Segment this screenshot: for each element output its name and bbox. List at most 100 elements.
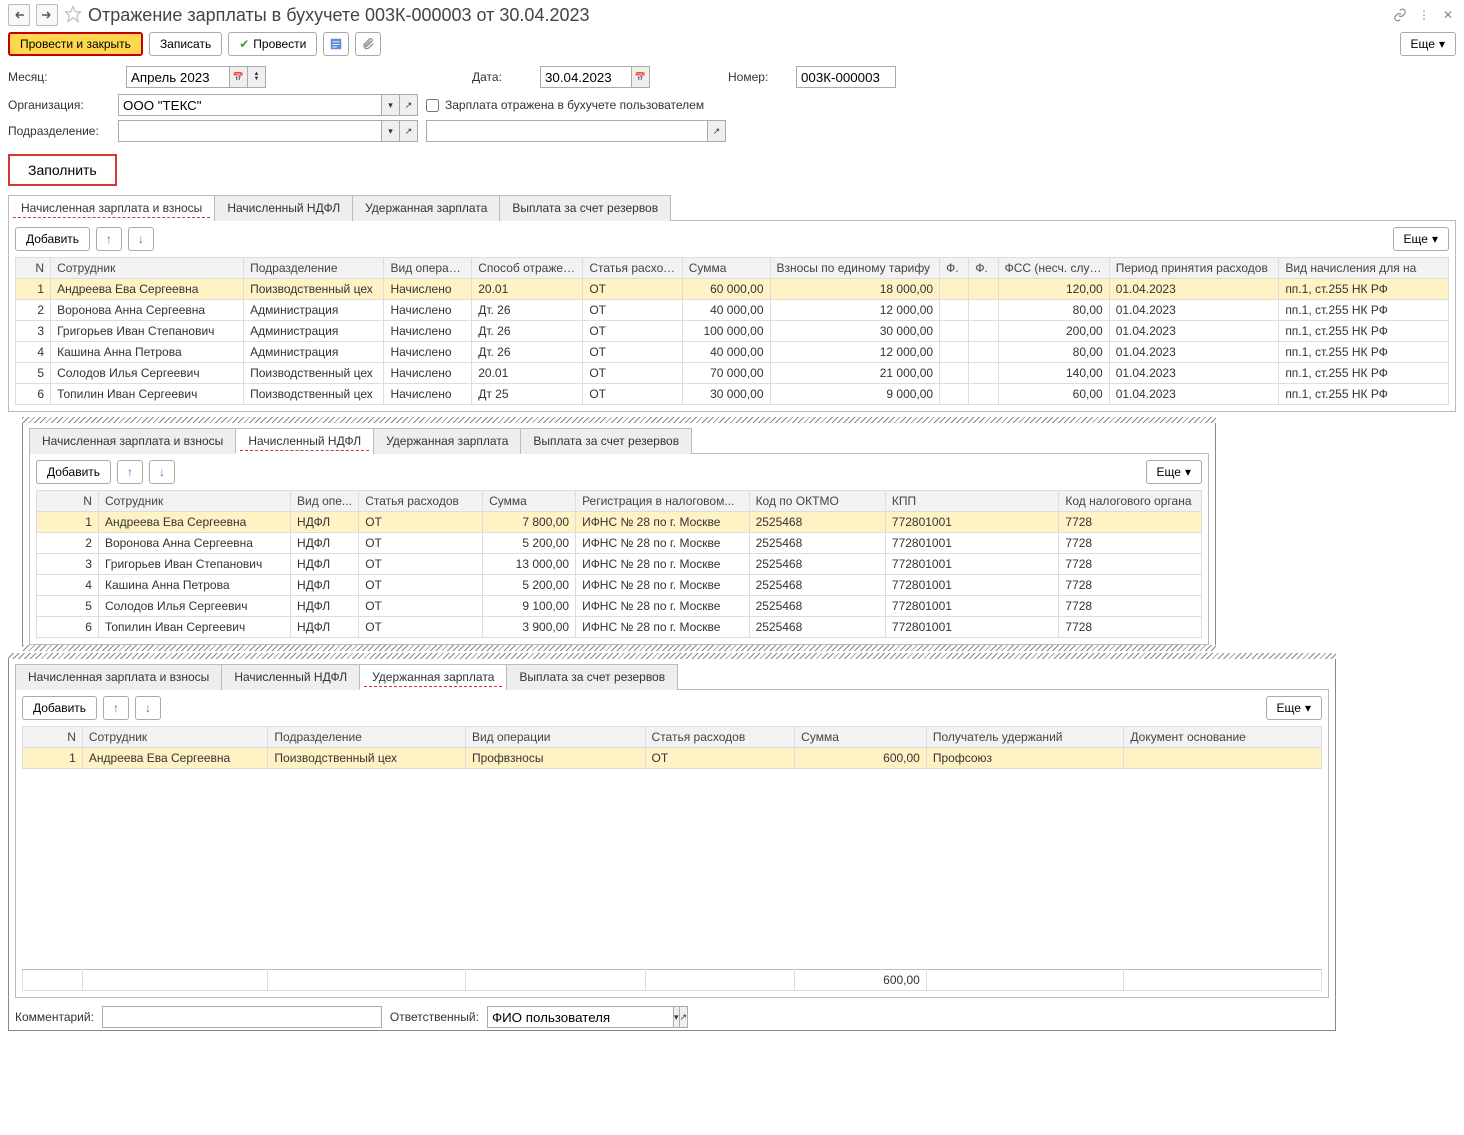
add-button[interactable]: Добавить: [15, 227, 90, 251]
add-button[interactable]: Добавить: [22, 696, 97, 720]
salary-table[interactable]: N Сотрудник Подразделение Вид операц... …: [15, 257, 1449, 405]
tab-reserve[interactable]: Выплата за счет резервов: [506, 664, 678, 690]
tab-ndfl[interactable]: Начисленный НДФЛ: [235, 428, 374, 454]
table-row[interactable]: 5Солодов Илья СергеевичНДФЛОТ9 100,00ИФН…: [37, 596, 1202, 617]
back-button[interactable]: [8, 4, 30, 26]
table-row[interactable]: 1Андреева Ева СергеевнаПоизводственный ц…: [16, 279, 1449, 300]
move-up-button[interactable]: ↑: [117, 460, 143, 484]
table-row[interactable]: 2Воронова Анна СергеевнаАдминистрацияНач…: [16, 300, 1449, 321]
tab-withheld[interactable]: Удержанная зарплата: [373, 428, 521, 454]
col-n[interactable]: N: [23, 727, 83, 748]
move-up-button[interactable]: ↑: [96, 227, 122, 251]
table-row[interactable]: 6Топилин Иван СергеевичНДФЛОТ3 900,00ИФН…: [37, 617, 1202, 638]
col-period[interactable]: Период принятия расходов: [1109, 258, 1279, 279]
tab-reserve[interactable]: Выплата за счет резервов: [520, 428, 692, 454]
col-reg[interactable]: Регистрация в налоговом...: [576, 491, 750, 512]
move-down-button[interactable]: ↓: [135, 696, 161, 720]
col-expense[interactable]: Статья расходов: [583, 258, 682, 279]
table-row[interactable]: 3Григорьев Иван СтепановичНДФЛОТ13 000,0…: [37, 554, 1202, 575]
dropdown-icon[interactable]: ▾: [382, 94, 400, 116]
col-f1[interactable]: Ф.: [940, 258, 969, 279]
col-op[interactable]: Вид операц...: [384, 258, 472, 279]
register-button[interactable]: [323, 32, 349, 56]
close-icon[interactable]: ✕: [1440, 7, 1456, 23]
attach-button[interactable]: [355, 32, 381, 56]
col-sum[interactable]: Сумма: [795, 727, 927, 748]
col-recipient[interactable]: Получатель удержаний: [926, 727, 1124, 748]
forward-button[interactable]: [36, 4, 58, 26]
write-button[interactable]: Записать: [149, 32, 222, 56]
more-button[interactable]: Еще ▾: [1400, 32, 1456, 56]
col-emp[interactable]: Сотрудник: [98, 491, 290, 512]
menu-dots-icon[interactable]: ⋮: [1416, 7, 1432, 23]
calendar-icon[interactable]: 📅: [230, 66, 248, 88]
col-op[interactable]: Вид операции: [465, 727, 645, 748]
col-n[interactable]: N: [37, 491, 99, 512]
date-input[interactable]: [540, 66, 632, 88]
col-contrib[interactable]: Взносы по единому тарифу: [770, 258, 940, 279]
add-button[interactable]: Добавить: [36, 460, 111, 484]
more-button[interactable]: Еще ▾: [1393, 227, 1449, 251]
post-and-close-button[interactable]: Провести и закрыть: [8, 32, 143, 56]
ndfl-table[interactable]: N Сотрудник Вид опе... Статья расходов С…: [36, 490, 1202, 638]
tab-salary[interactable]: Начисленная зарплата и взносы: [8, 195, 215, 221]
table-row[interactable]: 4Кашина Анна ПетроваАдминистрацияНачисле…: [16, 342, 1449, 363]
tab-ndfl[interactable]: Начисленный НДФЛ: [221, 664, 360, 690]
table-row[interactable]: 2Воронова Анна СергеевнаНДФЛОТ5 200,00ИФ…: [37, 533, 1202, 554]
calendar-icon[interactable]: 📅: [632, 66, 650, 88]
reflected-checkbox[interactable]: [426, 99, 439, 112]
comment-input[interactable]: [102, 1006, 382, 1028]
tab-ndfl[interactable]: Начисленный НДФЛ: [214, 195, 353, 221]
tab-withheld[interactable]: Удержанная зарплата: [352, 195, 500, 221]
tab-salary[interactable]: Начисленная зарплата и взносы: [29, 428, 236, 454]
withheld-table[interactable]: N Сотрудник Подразделение Вид операции С…: [22, 726, 1322, 769]
col-type[interactable]: Вид начисления для на: [1279, 258, 1449, 279]
link-icon[interactable]: [1392, 7, 1408, 23]
tab-salary[interactable]: Начисленная зарплата и взносы: [15, 664, 222, 690]
table-row[interactable]: 6Топилин Иван СергеевичПоизводственный ц…: [16, 384, 1449, 405]
star-icon[interactable]: [64, 5, 82, 26]
more-button[interactable]: Еще ▾: [1266, 696, 1322, 720]
col-n[interactable]: N: [16, 258, 51, 279]
post-button[interactable]: ✔Провести: [228, 32, 317, 56]
col-dept[interactable]: Подразделение: [268, 727, 466, 748]
month-input[interactable]: [126, 66, 230, 88]
col-op[interactable]: Вид опе...: [291, 491, 359, 512]
col-method[interactable]: Способ отражен...: [472, 258, 583, 279]
org-input[interactable]: [118, 94, 382, 116]
col-dept[interactable]: Подразделение: [244, 258, 384, 279]
col-emp[interactable]: Сотрудник: [51, 258, 244, 279]
fill-button[interactable]: Заполнить: [8, 154, 117, 186]
tab-withheld[interactable]: Удержанная зарплата: [359, 664, 507, 690]
open-icon[interactable]: ↗: [680, 1006, 689, 1028]
col-emp[interactable]: Сотрудник: [82, 727, 268, 748]
table-row[interactable]: 5Солодов Илья СергеевичПоизводственный ц…: [16, 363, 1449, 384]
col-fss[interactable]: ФСС (несч. случ.): [998, 258, 1109, 279]
table-row[interactable]: 4Кашина Анна ПетроваНДФЛОТ5 200,00ИФНС №…: [37, 575, 1202, 596]
move-down-button[interactable]: ↓: [128, 227, 154, 251]
extra-input[interactable]: [426, 120, 708, 142]
dept-input[interactable]: [118, 120, 382, 142]
table-row[interactable]: 1Андреева Ева СергеевнаНДФЛОТ7 800,00ИФН…: [37, 512, 1202, 533]
dropdown-icon[interactable]: ▾: [382, 120, 400, 142]
col-expense[interactable]: Статья расходов: [359, 491, 483, 512]
col-expense[interactable]: Статья расходов: [645, 727, 795, 748]
col-doc[interactable]: Документ основание: [1124, 727, 1322, 748]
move-down-button[interactable]: ↓: [149, 460, 175, 484]
number-input[interactable]: [796, 66, 896, 88]
col-kpp[interactable]: КПП: [885, 491, 1059, 512]
col-sum[interactable]: Сумма: [483, 491, 576, 512]
col-f2[interactable]: Ф.: [969, 258, 998, 279]
move-up-button[interactable]: ↑: [103, 696, 129, 720]
open-icon[interactable]: ↗: [400, 120, 418, 142]
col-tax[interactable]: Код налогового органа: [1059, 491, 1202, 512]
open-icon[interactable]: ↗: [400, 94, 418, 116]
responsible-input[interactable]: [487, 1006, 674, 1028]
table-row[interactable]: 3Григорьев Иван СтепановичАдминистрацияН…: [16, 321, 1449, 342]
spinner-icon[interactable]: ▲▼: [248, 66, 266, 88]
col-sum[interactable]: Сумма: [682, 258, 770, 279]
more-button[interactable]: Еще ▾: [1146, 460, 1202, 484]
open-icon[interactable]: ↗: [708, 120, 726, 142]
col-oktmo[interactable]: Код по ОКТМО: [749, 491, 885, 512]
table-row[interactable]: 1Андреева Ева СергеевнаПоизводственный ц…: [23, 748, 1322, 769]
